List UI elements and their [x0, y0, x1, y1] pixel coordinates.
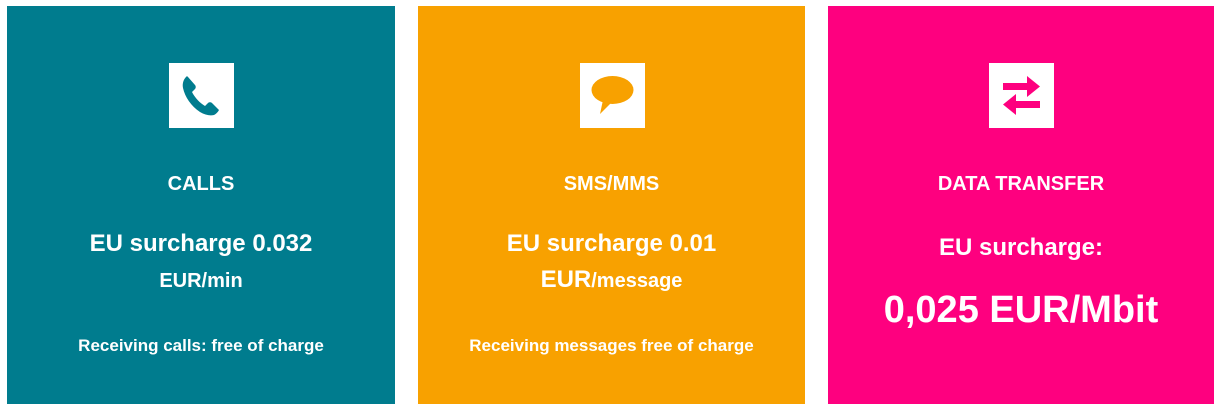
sms-currency-text: EUR	[540, 266, 592, 293]
sms-surcharge-unit: EUR/message	[418, 264, 805, 297]
data-price: 0,025 EUR/Mbit	[883, 289, 1159, 331]
sms-card: SMS/MMS EU surcharge 0.01 EUR/message Re…	[418, 6, 805, 404]
data-card: DATA TRANSFER EU surcharge: 0,025 EUR/Mb…	[828, 6, 1214, 404]
speech-bubble-icon	[579, 63, 645, 128]
calls-card: CALLS EU surcharge 0.032 EUR/min Receivi…	[7, 6, 395, 404]
calls-title: CALLS	[167, 173, 235, 195]
calls-surcharge-rate: EU surcharge 0.032	[89, 230, 313, 257]
phone-icon	[169, 63, 234, 128]
sms-receiving-note: Receiving messages free of charge	[469, 336, 754, 355]
calls-receiving-note: Receiving calls: free of charge	[78, 336, 324, 355]
transfer-arrows-icon	[989, 63, 1054, 128]
data-surcharge-label: EU surcharge:	[938, 234, 1104, 261]
sms-surcharge-rate: EU surcharge 0.01	[506, 230, 717, 257]
sms-unit-text: /message	[591, 270, 683, 292]
sms-title: SMS/MMS	[563, 173, 660, 195]
calls-unit-text: EUR/min	[159, 270, 243, 292]
calls-surcharge-unit: EUR/min	[7, 264, 395, 297]
data-title: DATA TRANSFER	[937, 173, 1105, 195]
